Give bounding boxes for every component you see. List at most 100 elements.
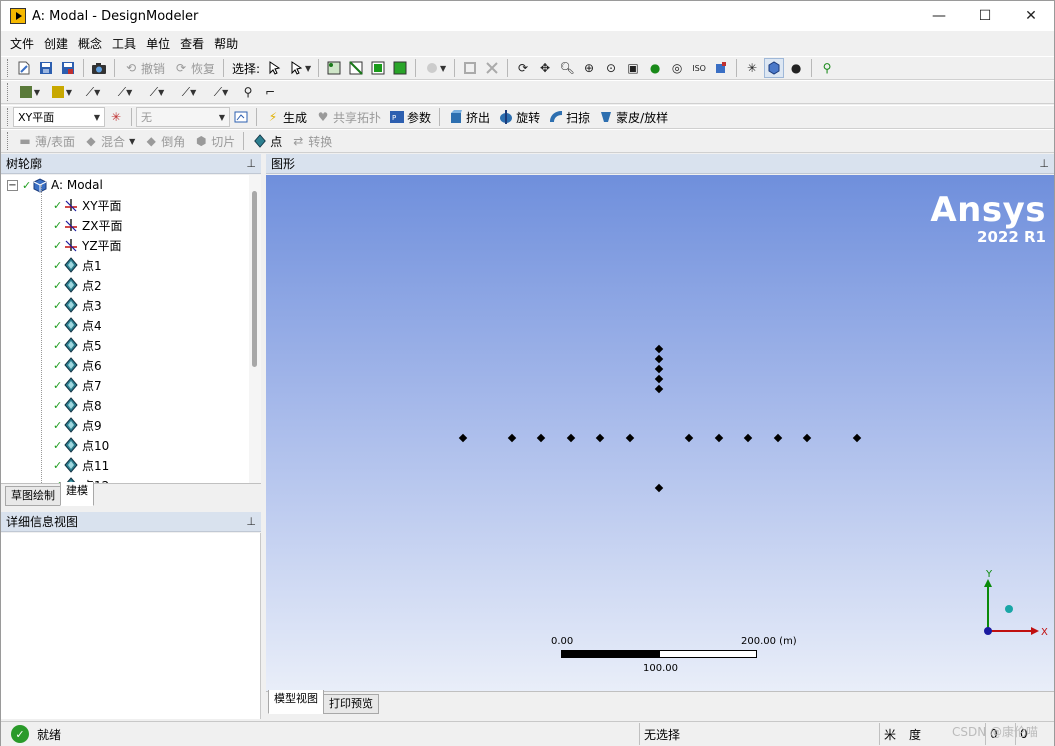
zoom-in-icon[interactable]: ⊕ [579, 58, 599, 78]
edge-joint-2-icon[interactable]: ⟋ ▼ [142, 82, 172, 102]
sweep-button[interactable]: 扫掠 [544, 107, 594, 127]
model-point[interactable] [654, 483, 664, 493]
tab-sketching[interactable]: 草图绘制 [5, 486, 61, 506]
select-body-icon[interactable] [390, 58, 410, 78]
menu-file[interactable]: 文件 [5, 33, 39, 55]
tree-item-point[interactable]: ✓ 点7 [53, 375, 102, 395]
tree-item-point[interactable]: ✓ 点6 [53, 355, 102, 375]
zoom-icon[interactable]: 🔍︎ [557, 58, 577, 78]
minimize-button[interactable]: — [916, 1, 962, 31]
save-icon[interactable] [36, 58, 56, 78]
parameters-button[interactable]: P 参数 [385, 107, 435, 127]
menu-create[interactable]: 创建 [39, 33, 73, 55]
close-button[interactable]: ✕ [1008, 1, 1054, 31]
tree-item-point[interactable]: ✓ 点4 [53, 315, 102, 335]
model-point[interactable] [654, 354, 664, 364]
tree-item-point[interactable]: ✓ 点2 [53, 275, 102, 295]
model-point[interactable] [773, 433, 783, 443]
model-point[interactable] [802, 433, 812, 443]
menu-units[interactable]: 单位 [141, 33, 175, 55]
camera-icon[interactable] [89, 58, 109, 78]
iso-view-icon[interactable]: ISO [689, 58, 709, 78]
face-color-icon[interactable]: ▼ [14, 82, 44, 102]
maximize-button[interactable]: ☐ [962, 1, 1008, 31]
extrude-button[interactable]: 挤出 [444, 107, 494, 127]
select-mode-dropdown-icon[interactable]: ▼ [287, 58, 313, 78]
pan-icon[interactable]: ✥ [535, 58, 555, 78]
tab-print-preview[interactable]: 打印预览 [323, 694, 379, 714]
new-icon[interactable] [14, 58, 34, 78]
tab-modeling[interactable]: 建模 [60, 482, 94, 506]
pin-icon[interactable]: ⊥ [1039, 157, 1049, 170]
select-pointer-icon[interactable] [265, 58, 285, 78]
tree-scrollbar[interactable] [249, 175, 261, 483]
pin-icon[interactable]: ⊥ [246, 157, 256, 170]
rotate-icon[interactable]: ⟳ [513, 58, 533, 78]
display-plane-icon[interactable] [711, 58, 731, 78]
tab-model-view[interactable]: 模型视图 [268, 690, 324, 714]
model-point[interactable] [743, 433, 753, 443]
menu-view[interactable]: 查看 [175, 33, 209, 55]
box-zoom-disabled-icon[interactable] [482, 58, 502, 78]
zoom-fit-icon[interactable]: ▣ [623, 58, 643, 78]
revolve-button[interactable]: 旋转 [494, 107, 544, 127]
model-point[interactable] [507, 433, 517, 443]
chamfer-button[interactable]: ◆ 倒角 [139, 131, 189, 151]
model-point[interactable] [654, 384, 664, 394]
plane-select[interactable]: XY平面 ▼ [13, 107, 105, 127]
menu-help[interactable]: 帮助 [209, 33, 243, 55]
tree-item-point[interactable]: ✓ 点11 [53, 455, 109, 475]
tree-item-plane[interactable]: ✓ YZ平面 [53, 235, 122, 255]
model-point[interactable] [566, 433, 576, 443]
slice-button[interactable]: ⬢ 切片 [189, 131, 239, 151]
skin-loft-button[interactable]: 蒙皮/放样 [594, 107, 672, 127]
collapse-icon[interactable]: − [7, 179, 18, 191]
edge-color-icon[interactable]: ▼ [46, 82, 76, 102]
save-as-icon[interactable] [58, 58, 78, 78]
edge-joint-3-icon[interactable]: ⟋ ▼ [174, 82, 204, 102]
tree-item-plane[interactable]: ✓ ZX平面 [53, 215, 122, 235]
tree-item-point[interactable]: ✓ 点3 [53, 295, 102, 315]
display-points-icon[interactable]: ● [786, 58, 806, 78]
new-plane-icon[interactable]: ✳ [106, 107, 126, 127]
pin-icon[interactable]: ⊥ [246, 515, 256, 528]
model-point[interactable] [458, 433, 468, 443]
edge-joint-icon[interactable]: ⟋ ▼ [78, 82, 108, 102]
redo-button[interactable]: ⟳ 恢复 [169, 58, 219, 78]
point-button[interactable]: 点 [248, 131, 286, 151]
model-point[interactable] [536, 433, 546, 443]
select-face-icon[interactable] [368, 58, 388, 78]
sketch-select[interactable]: 无 ▼ [136, 107, 230, 127]
zoom-to-fit-icon[interactable]: ● [645, 58, 665, 78]
tree-outline[interactable]: − ✓ A: Modal ✓ XY平面 ✓ ZX平面 ✓ YZ平面 ✓ 点1 ✓ 点2 ✓ 点3 ✓ 点4… [1, 175, 261, 483]
graphics-viewport[interactable]: Ansys 2022 R1 0.00 200.00 (m) 100.00 Y X [266, 175, 1054, 691]
thin-surface-button[interactable]: ▬ 薄/表面 [13, 131, 79, 151]
share-topology-button[interactable]: ♥ 共享拓扑 [311, 107, 385, 127]
model-point[interactable] [654, 364, 664, 374]
edge-joint-x-icon[interactable]: ⟋ ▼ [206, 82, 236, 102]
model-point[interactable] [684, 433, 694, 443]
generate-button[interactable]: ⚡ 生成 [261, 107, 311, 127]
tree-item-plane[interactable]: ✓ XY平面 [53, 195, 122, 215]
tree-item-point[interactable]: ✓ 点1 [53, 255, 102, 275]
model-point[interactable] [595, 433, 605, 443]
show-vertices-icon[interactable]: ⚲ [817, 58, 837, 78]
model-point[interactable] [714, 433, 724, 443]
menu-tools[interactable]: 工具 [107, 33, 141, 55]
zoom-extent-disabled-icon[interactable] [460, 58, 480, 78]
triad-icon[interactable]: ✳ [742, 58, 762, 78]
flag-tool-icon[interactable]: ⌐ [260, 82, 280, 102]
select-edge-icon[interactable] [346, 58, 366, 78]
menu-concept[interactable]: 概念 [73, 33, 107, 55]
new-sketch-icon[interactable] [231, 107, 251, 127]
extend-selection-icon[interactable]: ▼ [421, 58, 449, 78]
model-point[interactable] [654, 374, 664, 384]
select-point-icon[interactable] [324, 58, 344, 78]
pin-tool-icon[interactable]: ⚲ [238, 82, 258, 102]
model-point[interactable] [654, 344, 664, 354]
tree-item-point[interactable]: ✓ 点5 [53, 335, 102, 355]
display-model-icon[interactable] [764, 58, 785, 78]
undo-button[interactable]: ⟲ 撤销 [119, 58, 169, 78]
zoom-box-icon[interactable]: ⊙ [601, 58, 621, 78]
tree-item-point[interactable]: ✓ 点8 [53, 395, 102, 415]
